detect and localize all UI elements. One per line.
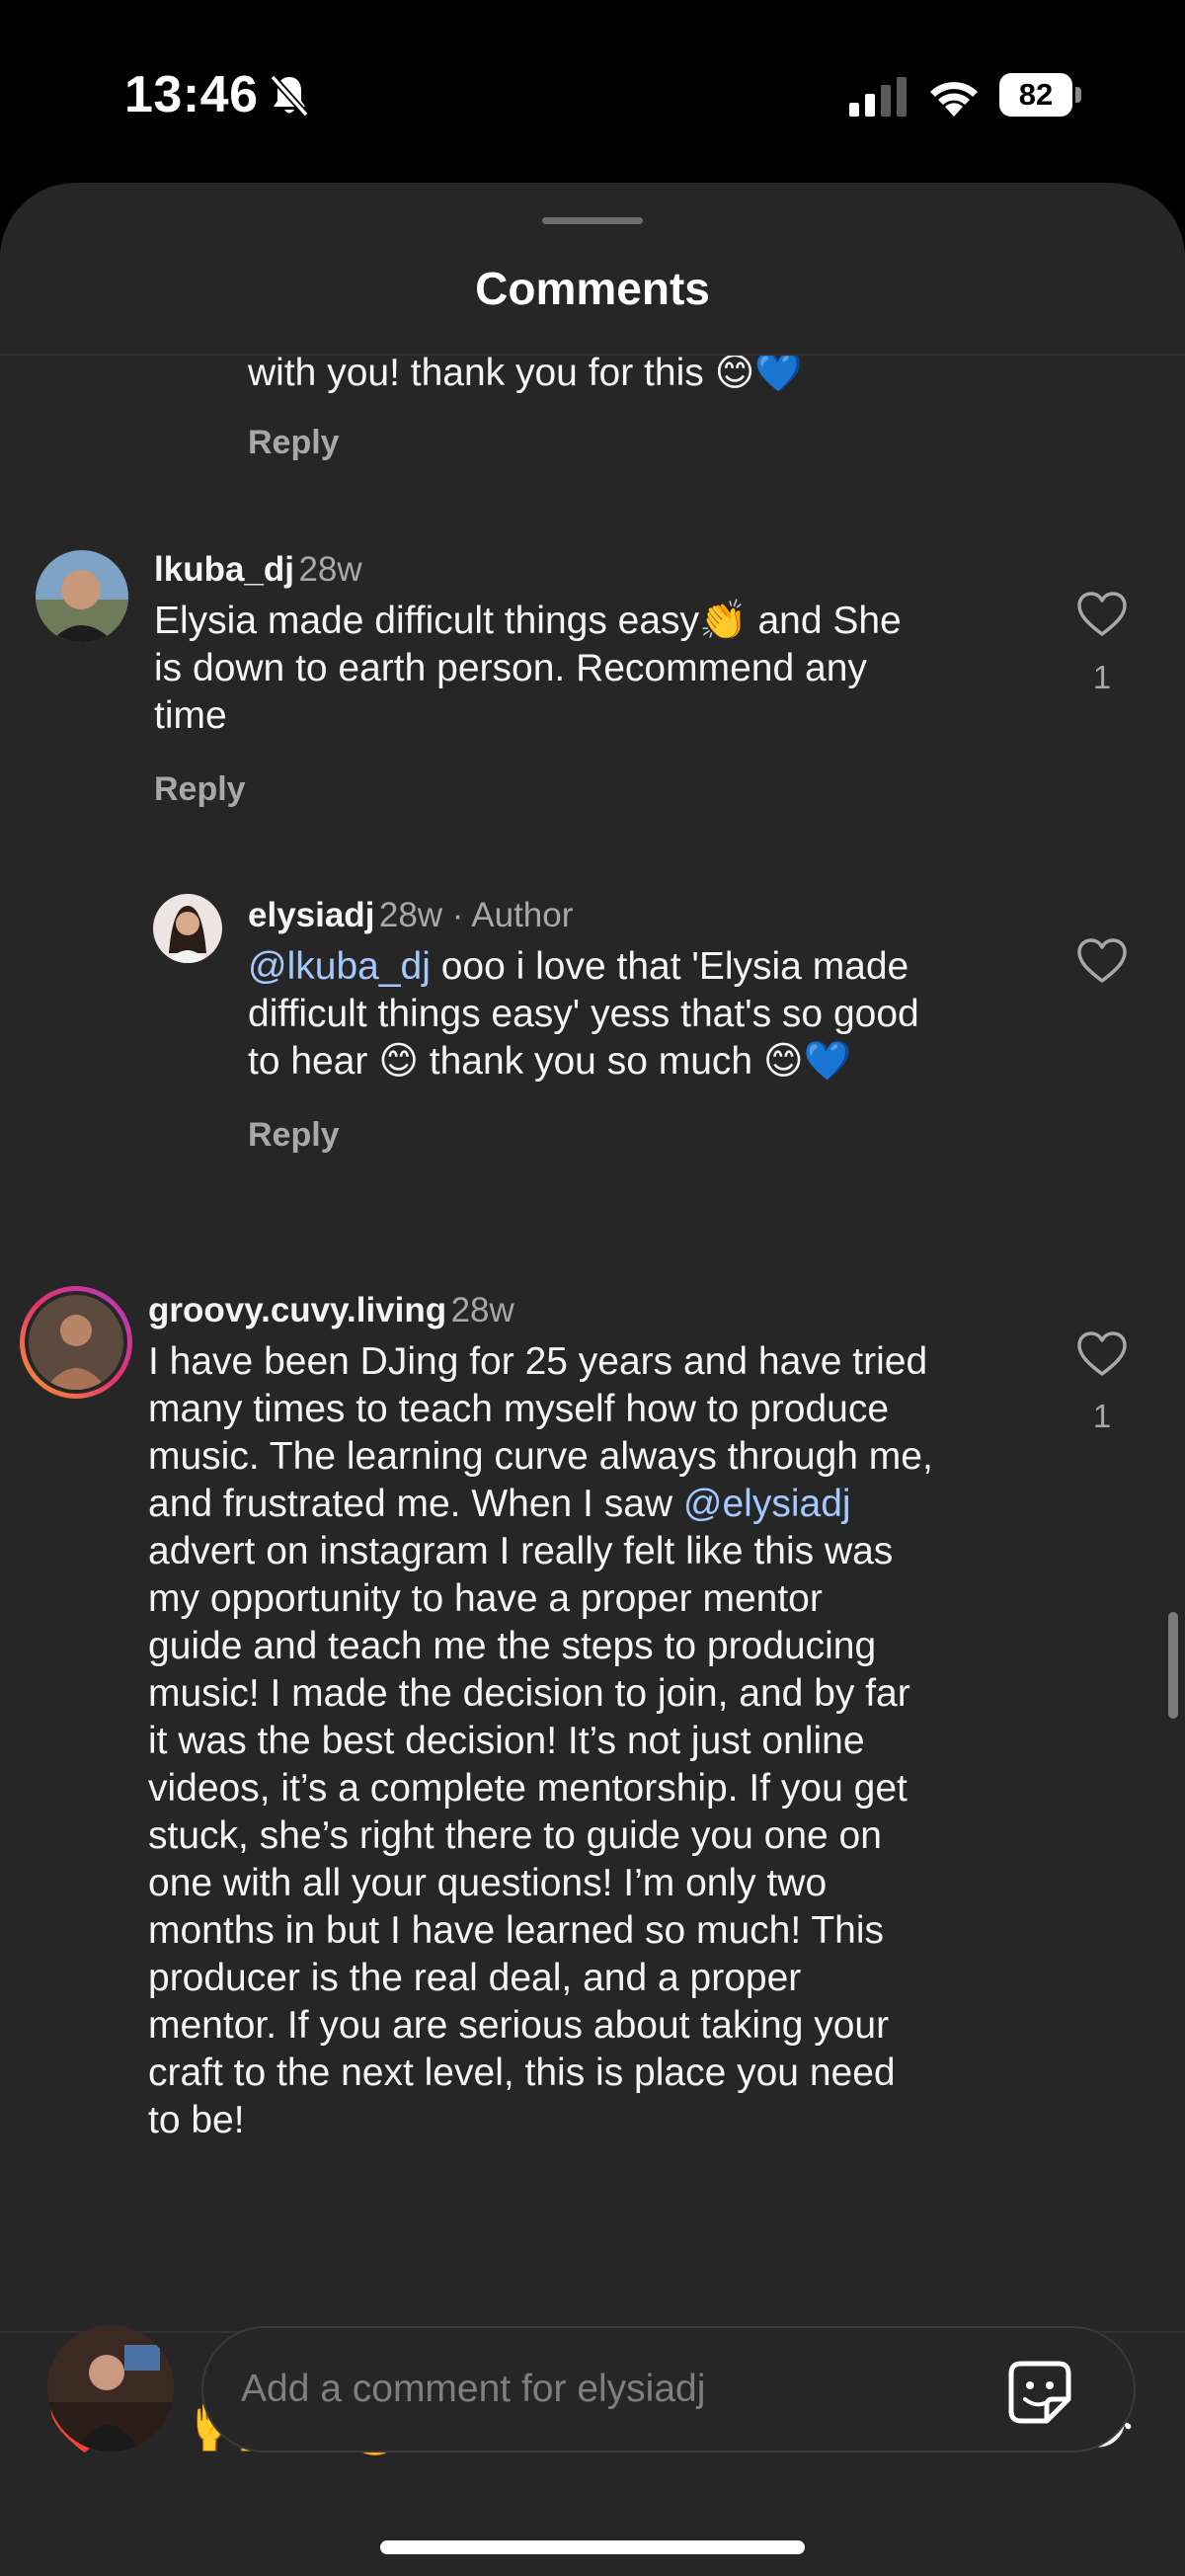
comment-text: with you! thank you for this 😊💙: [248, 356, 803, 394]
comment-text-line: advert on instagram I really felt like t…: [148, 1530, 894, 1572]
username[interactable]: lkuba_dj: [154, 550, 294, 589]
comment-text-line: time: [154, 694, 227, 737]
wifi-icon: [930, 82, 978, 117]
screen: 13:46 82 Comments with you! thank you fo…: [0, 0, 1185, 2576]
reply-button[interactable]: Reply: [154, 770, 246, 809]
comment-text-line: mentor. If you are serious about taking …: [148, 2004, 890, 2047]
like-count: 1: [1092, 659, 1112, 695]
heart-icon[interactable]: [1076, 937, 1128, 985]
comment-text-line: @lkuba_dj ooo i love that 'Elysia made: [248, 943, 908, 991]
status-time: 13:46: [124, 66, 259, 123]
comment-text-line: music! I made the decision to join, and …: [148, 1672, 910, 1715]
comment-input-placeholder: Add a comment for elysiadj: [241, 2368, 706, 2410]
comment-text-line: stuck, she’s right there to guide you on…: [148, 1814, 882, 1857]
avatar-story-ring[interactable]: [20, 1286, 132, 1399]
avatar-photo-icon: [29, 1295, 123, 1390]
comment-text-line: and frustrated me. When I saw @elysiadj: [148, 1481, 851, 1528]
mention-link[interactable]: @lkuba_dj: [248, 945, 431, 988]
heart-icon[interactable]: [1076, 1330, 1128, 1378]
composer-avatar: [47, 2325, 174, 2452]
comment-text-line: music. The learning curve always through…: [148, 1435, 933, 1478]
home-indicator[interactable]: [380, 2540, 805, 2554]
reply-button[interactable]: Reply: [248, 1116, 340, 1155]
bell-slash-icon: [270, 74, 309, 118]
comment-text-line: many times to teach myself how to produc…: [148, 1388, 890, 1430]
sheet-title: Comments: [475, 263, 710, 314]
comment-text-line: videos, it’s a complete mentorship. If y…: [148, 1767, 908, 1810]
scrollbar[interactable]: [1168, 1612, 1178, 1719]
heart-icon[interactable]: [1076, 591, 1128, 638]
avatar-inner: [25, 1291, 127, 1394]
sheet-grabber[interactable]: [542, 217, 643, 224]
comment-text-line: is down to earth person. Recommend any: [154, 647, 867, 689]
comment-text-line: months in but I have learned so much! Th…: [148, 1909, 885, 1952]
timestamp-author: 28w · Author: [378, 896, 574, 934]
reply-button[interactable]: Reply: [248, 424, 340, 462]
comment-text-fragment: ooo i love that 'Elysia made: [430, 945, 909, 988]
comment-text-line: I have been DJing for 25 years and have …: [148, 1340, 928, 1383]
comment-text-line: guide and teach me the steps to producin…: [148, 1625, 877, 1667]
timestamp: 28w: [450, 1291, 514, 1329]
comment-text-line: it was the best decision! It’s not just …: [148, 1720, 865, 1762]
battery-icon: 82: [999, 73, 1081, 117]
comments-sheet: Comments with you! thank you for this 😊💙…: [0, 183, 1185, 2576]
avatar-photo-icon: [36, 550, 128, 643]
username[interactable]: groovy.cuvy.living: [148, 1291, 446, 1329]
comment-text-line: to be!: [148, 2099, 245, 2141]
battery-level: 82: [999, 73, 1072, 117]
sticker-icon[interactable]: [1005, 2358, 1074, 2427]
comment-text-line: one with all your questions! I’m only tw…: [148, 1862, 828, 1904]
comment-input[interactable]: Add a comment for elysiadj: [201, 2326, 1136, 2453]
comment-header: groovy.cuvy.living 28w: [148, 1291, 514, 1330]
timestamp: 28w: [298, 550, 362, 589]
comment-header: elysiadj 28w · Author: [248, 896, 573, 935]
comment-text-line: difficult things easy' yess that's so go…: [248, 993, 919, 1035]
avatar-photo-icon: [153, 894, 222, 963]
comment-header: lkuba_dj 28w: [154, 550, 362, 590]
status-bar: 13:46 82: [0, 0, 1185, 183]
battery-tip: [1075, 87, 1081, 103]
comments-list[interactable]: with you! thank you for this 😊💙 Reply lk…: [0, 356, 1185, 2326]
like-count: 1: [1092, 1398, 1112, 1434]
comment-text-line: to hear 😊 thank you so much 😊💙: [248, 1040, 852, 1083]
cellular-signal-icon: [849, 77, 907, 117]
avatar[interactable]: [36, 550, 128, 643]
comment-text-line: producer is the real deal, and a proper: [148, 1957, 802, 1999]
comment-text-line: Elysia made difficult things easy👏 and S…: [154, 600, 902, 642]
comment-text-line: my opportunity to have a proper mentor: [148, 1577, 823, 1620]
mention-link[interactable]: @elysiadj: [683, 1483, 851, 1525]
avatar[interactable]: [153, 894, 222, 963]
username[interactable]: elysiadj: [248, 896, 374, 934]
avatar-photo-icon: [47, 2325, 174, 2452]
comment-text-fragment: and frustrated me. When I saw: [148, 1483, 683, 1525]
comment-text-line: craft to the next level, this is place y…: [148, 2052, 896, 2094]
